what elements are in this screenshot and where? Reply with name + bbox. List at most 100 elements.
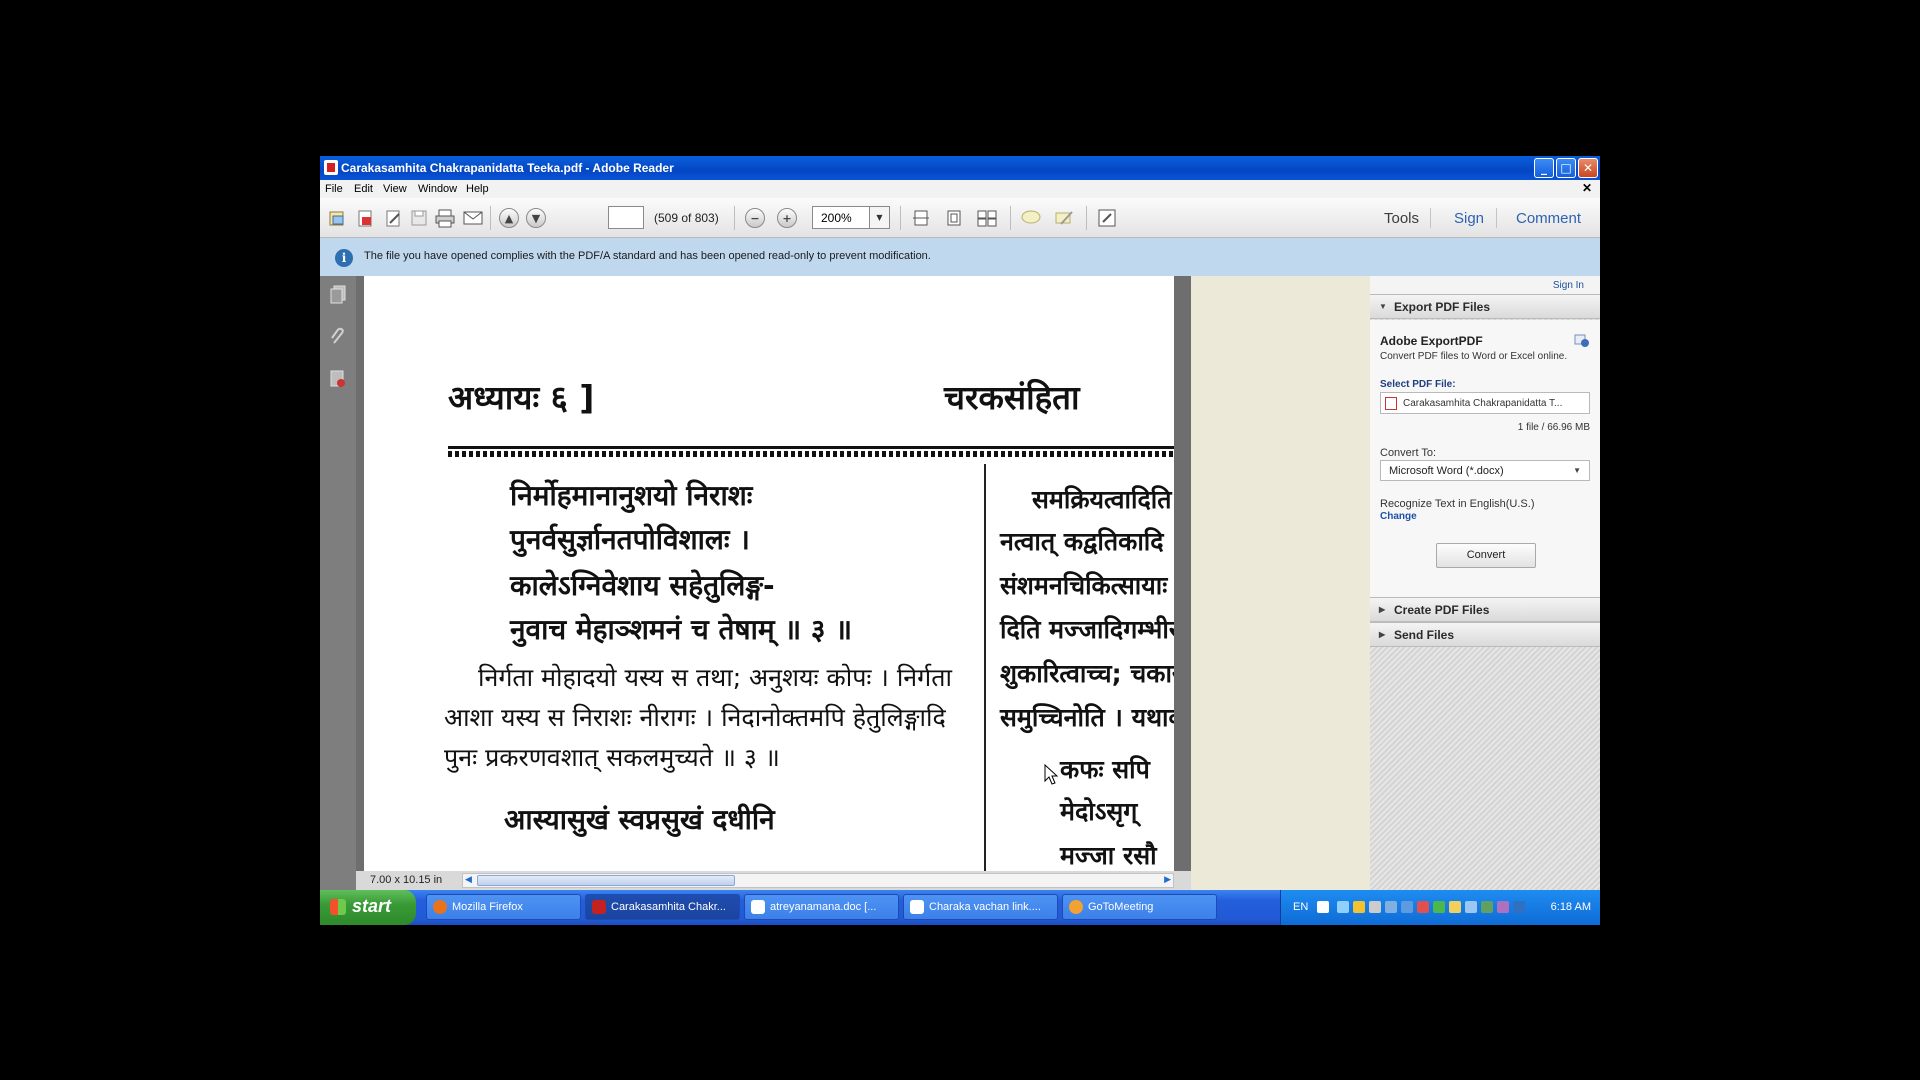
file-size-label: 1 file / 66.96 MB — [1517, 422, 1590, 433]
tray-app-icon[interactable] — [1449, 901, 1461, 913]
arrow-up-icon: ▲ — [499, 208, 519, 228]
create-pdf-icon[interactable] — [354, 207, 376, 229]
close-document-icon[interactable]: ✕ — [1582, 181, 1592, 195]
send-files-section-header[interactable]: ▶ Send Files — [1370, 622, 1600, 647]
navigation-pane — [320, 276, 356, 890]
comment-pane-button[interactable]: Comment — [1516, 210, 1581, 227]
network-icon[interactable] — [1401, 901, 1413, 913]
selected-file-field[interactable]: Carakasamhita Chakrapanidatta T... — [1380, 392, 1590, 414]
fit-width-icon[interactable] — [910, 207, 932, 229]
sign-in-link[interactable]: Sign In — [1553, 280, 1584, 291]
scroll-left-icon[interactable]: ◀ — [465, 874, 472, 885]
tray-app-icon[interactable] — [1433, 901, 1445, 913]
convert-button[interactable]: Convert — [1436, 543, 1536, 568]
scroll-right-icon[interactable]: ▶ — [1164, 874, 1171, 885]
edit-pdf-icon[interactable] — [382, 207, 404, 229]
language-indicator[interactable]: EN — [1293, 901, 1308, 913]
export-pdf-panel: Adobe ExportPDF Convert PDF files to Wor… — [1370, 320, 1600, 597]
horizontal-scroll-thumb[interactable] — [477, 875, 735, 886]
verse-line: आस्यासुखं स्वप्नसुखं दधीनि — [504, 803, 775, 836]
menu-edit[interactable]: Edit — [354, 183, 373, 195]
page-size-label: 7.00 x 10.15 in — [370, 874, 443, 886]
right-column-line: मेदोऽसृग् — [1060, 797, 1138, 826]
signatures-icon[interactable] — [328, 368, 348, 390]
tray-app-icon[interactable] — [1353, 901, 1365, 913]
previous-page-button[interactable]: ▲ — [498, 207, 520, 229]
windows-logo-icon — [330, 899, 346, 915]
tray-app-icon[interactable] — [1497, 901, 1509, 913]
maximize-button[interactable]: □ — [1556, 158, 1576, 178]
page-header-right: चरकसंहिता — [944, 378, 1080, 417]
start-button[interactable]: start — [320, 890, 416, 925]
right-column-line: शुकारित्वाच्च; चकार — [1000, 659, 1174, 688]
arrow-down-icon: ▼ — [526, 208, 546, 228]
zoom-in-button[interactable]: + — [776, 207, 798, 229]
two-page-view-icon[interactable] — [976, 207, 998, 229]
right-column-line: मज्जा रसौ — [1060, 841, 1157, 870]
menu-view[interactable]: View — [383, 183, 407, 195]
menu-window[interactable]: Window — [418, 183, 457, 195]
tray-app-icon[interactable] — [1385, 901, 1397, 913]
export-pdf-section-header[interactable]: ▼ Export PDF Files — [1370, 294, 1600, 319]
zoom-input[interactable]: 200% — [812, 206, 870, 229]
right-column-line: नत्वात् कद्वतिकादि — [1000, 527, 1164, 556]
create-pdf-section-header[interactable]: ▶ Create PDF Files — [1370, 597, 1600, 622]
next-page-button[interactable]: ▼ — [525, 207, 547, 229]
menu-file[interactable]: File — [325, 183, 343, 195]
tray-app-icon[interactable] — [1369, 901, 1381, 913]
email-icon[interactable] — [462, 207, 484, 229]
volume-icon[interactable] — [1513, 901, 1525, 913]
gotomeeting-icon — [1069, 900, 1083, 914]
right-column-line: कफः सपि — [1060, 755, 1150, 784]
convert-to-dropdown[interactable]: Microsoft Word (*.docx) ▼ — [1380, 460, 1590, 481]
help-icon[interactable] — [1317, 901, 1329, 913]
tray-app-icon[interactable] — [1417, 901, 1429, 913]
commentary-line: पुनः प्रकरणवशात् सकलमुच्यते ॥ ३ ॥ — [444, 743, 780, 772]
tray-app-icon[interactable] — [1465, 901, 1477, 913]
collapse-triangle-icon: ▼ — [1379, 302, 1387, 311]
tools-pane-button[interactable]: Tools — [1384, 210, 1419, 227]
firefox-icon — [433, 900, 447, 914]
adobe-export-description: Convert PDF files to Word or Excel onlin… — [1380, 351, 1568, 362]
minimize-button[interactable]: _ — [1534, 158, 1554, 178]
zoom-out-button[interactable]: − — [744, 207, 766, 229]
full-screen-icon[interactable] — [1096, 207, 1118, 229]
horizontal-scrollbar[interactable]: ◀ ▶ — [462, 873, 1174, 888]
highlight-icon[interactable] — [1053, 207, 1075, 229]
clock[interactable]: 6:18 AM — [1551, 901, 1591, 913]
taskbar-item-firefox[interactable]: Mozilla Firefox — [426, 894, 581, 920]
attachments-icon[interactable] — [328, 326, 348, 348]
document-view[interactable]: अध्यायः ६ ] चरकसंहिता निर्मोहमानानुशयो न… — [356, 276, 1191, 871]
taskbar-item-adobe-reader[interactable]: Carakasamhita Chakr... — [585, 894, 740, 920]
right-column-line: दिति मज्जादिगम्भीर — [1000, 615, 1174, 644]
page-thumbnails-icon[interactable] — [328, 284, 348, 306]
change-language-link[interactable]: Change — [1380, 511, 1417, 522]
commentary-line: आशा यस्य स निराशः नीरागः । निदानोक्तमपि … — [444, 703, 946, 732]
title-bar[interactable]: Carakasamhita Chakrapanidatta Teeka.pdf … — [320, 156, 1600, 180]
info-icon: i — [335, 249, 353, 267]
zoom-dropdown-arrow-icon[interactable]: ▼ — [870, 206, 890, 229]
taskbar-item-word-doc-2[interactable]: Charaka vachan link.... — [903, 894, 1058, 920]
print-icon[interactable] — [434, 207, 456, 229]
save-icon[interactable] — [408, 207, 430, 229]
page-number-input[interactable] — [608, 206, 644, 229]
word-doc-icon — [910, 900, 924, 914]
tray-app-icon[interactable] — [1481, 901, 1493, 913]
collapse-tray-icon[interactable] — [1337, 901, 1349, 913]
right-column-line: समक्रियत्वादिति — [1032, 485, 1172, 514]
export-info-icon[interactable] — [1574, 334, 1590, 348]
sign-pane-button[interactable]: Sign — [1454, 210, 1484, 227]
taskbar-item-gotomeeting[interactable]: GoToMeeting — [1062, 894, 1217, 920]
pdfa-info-bar: i The file you have opened complies with… — [320, 238, 1600, 276]
convert-to-label: Convert To: — [1380, 447, 1437, 459]
fit-page-icon[interactable] — [943, 207, 965, 229]
close-button[interactable]: ✕ — [1578, 158, 1598, 178]
recognize-text-label: Recognize Text in English(U.S.) — [1380, 498, 1535, 510]
sticky-note-icon[interactable] — [1020, 207, 1042, 229]
menu-bar: File Edit View Window Help ✕ — [320, 180, 1600, 198]
page-header-left: अध्यायः ६ ] — [448, 378, 595, 417]
menu-help[interactable]: Help — [466, 183, 489, 195]
open-file-icon[interactable] — [326, 207, 348, 229]
taskbar-item-word-doc-1[interactable]: atreyanamana.doc [... — [744, 894, 899, 920]
plus-icon: + — [777, 208, 797, 228]
